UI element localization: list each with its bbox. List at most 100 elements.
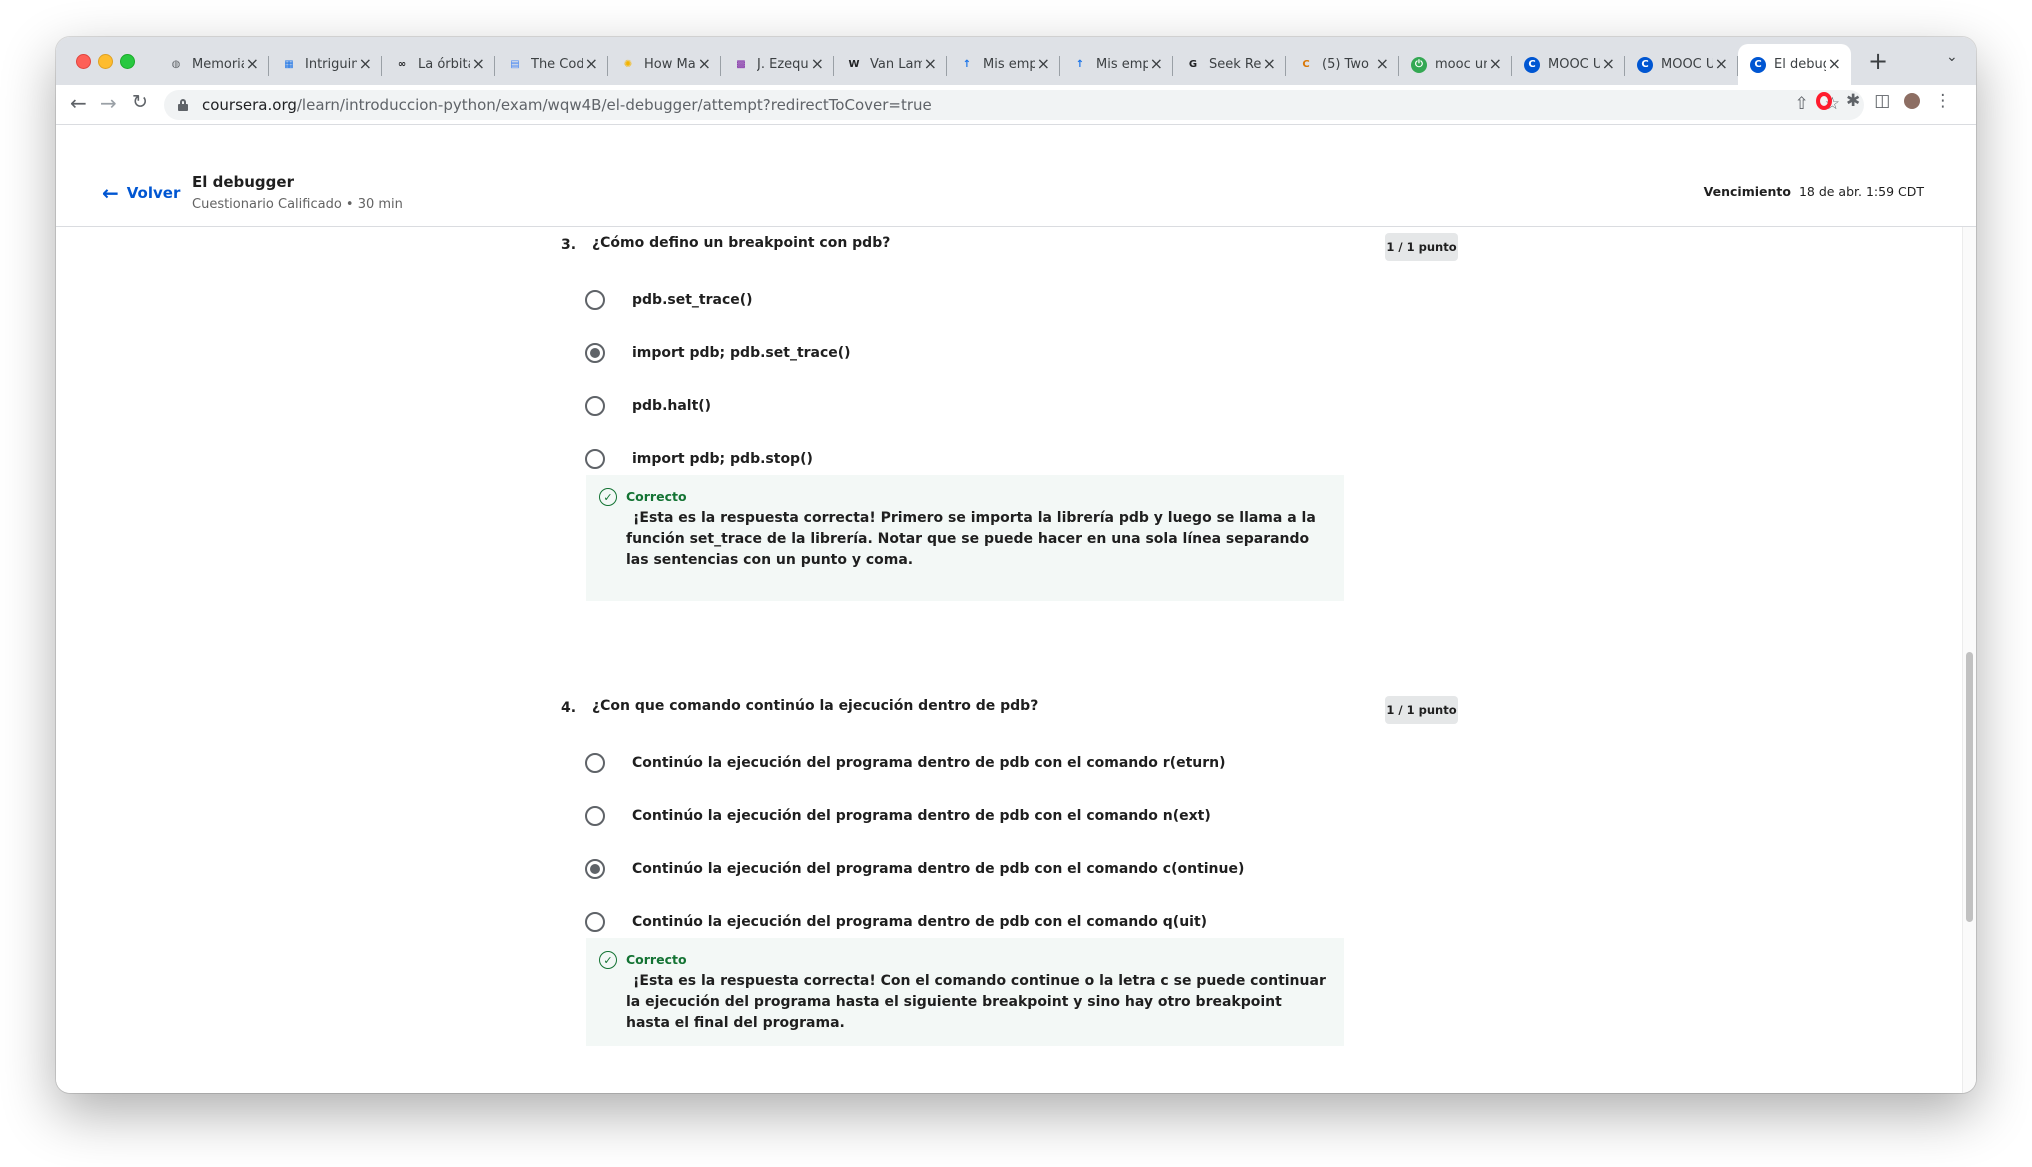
answer-option[interactable]: Continúo la ejecución del programa dentr…	[585, 857, 1244, 881]
radio-button[interactable]	[585, 396, 605, 416]
tab-title: Intriguin	[305, 57, 357, 72]
radio-button-selected[interactable]	[585, 859, 605, 879]
tab-close-icon[interactable]: ×	[811, 54, 824, 73]
tab-close-icon[interactable]: ×	[1037, 54, 1050, 73]
tab-close-icon[interactable]: ×	[1376, 54, 1389, 73]
answer-option[interactable]: pdb.set_trace()	[585, 288, 753, 312]
browser-tab[interactable]: W Van Lam ×	[834, 44, 947, 85]
due-date: Vencimiento 18 de abr. 1:59 CDT	[1704, 184, 1924, 199]
tab-strip: ◍ Memoria × ▦ Intriguin × ∞ La órbita × ▤ The Cod ×…	[56, 37, 1976, 85]
due-label: Vencimiento	[1703, 184, 1791, 199]
back-label: Volver	[126, 184, 181, 202]
tab-close-icon[interactable]: ×	[359, 54, 372, 73]
answer-option[interactable]: Continúo la ejecución del programa dentr…	[585, 910, 1207, 934]
browser-menu-icon[interactable]: ⋮	[1934, 91, 1951, 111]
browser-tab[interactable]: ↑ Mis emp ×	[947, 44, 1060, 85]
tab-title: J. Ezequ	[757, 57, 809, 72]
forward-arrow-icon[interactable]: →	[100, 91, 117, 115]
radio-button[interactable]	[585, 290, 605, 310]
question-text: ¿Cómo defino un breakpoint con pdb?	[592, 235, 891, 251]
browser-tab[interactable]: C (5) Two ×	[1286, 44, 1399, 85]
answer-option[interactable]: Continúo la ejecución del programa dentr…	[585, 804, 1211, 828]
radio-button[interactable]	[585, 806, 605, 826]
share-icon[interactable]: ⇧	[1795, 94, 1809, 114]
tab-close-icon[interactable]: ×	[1489, 54, 1502, 73]
answer-option[interactable]: import pdb; pdb.stop()	[585, 447, 813, 471]
tab-title: (5) Two	[1322, 57, 1369, 72]
tab-close-icon[interactable]: ×	[472, 54, 485, 73]
calendar-icon: ▦	[284, 59, 294, 70]
sun-icon: ✺	[623, 59, 633, 70]
answer-option[interactable]: Continúo la ejecución del programa dentr…	[585, 751, 1226, 775]
pin-icon: ↑	[1075, 59, 1085, 70]
browser-tab[interactable]: ▤ The Cod ×	[495, 44, 608, 85]
scrollbar-thumb[interactable]	[1966, 652, 1973, 922]
answer-option-label: import pdb; pdb.stop()	[632, 451, 813, 467]
answer-option-label: Continúo la ejecución del programa dentr…	[632, 914, 1208, 930]
tab-title: The Cod	[531, 57, 583, 72]
reload-icon[interactable]: ↻	[132, 91, 148, 113]
tab-close-icon[interactable]: ×	[1602, 54, 1615, 73]
tab-close-icon[interactable]: ×	[924, 54, 937, 73]
browser-tab[interactable]: ↑ Mis emp ×	[1060, 44, 1173, 85]
tab-close-icon[interactable]: ×	[698, 54, 711, 73]
answer-option-label: Continúo la ejecución del programa dentr…	[632, 808, 1211, 824]
tab-title: Seek Re	[1209, 57, 1261, 72]
browser-tab[interactable]: C MOOC U ×	[1512, 44, 1625, 85]
tab-list: ◍ Memoria × ▦ Intriguin × ∞ La órbita × ▤ The Cod ×…	[156, 44, 1851, 85]
minimize-window-button[interactable]	[98, 54, 113, 69]
question-text: ¿Con que comando continúo la ejecución d…	[592, 698, 1039, 714]
browser-tab[interactable]: C MOOC U ×	[1625, 44, 1738, 85]
page-subtitle: Cuestionario Calificado • 30 min	[192, 197, 403, 212]
tab-close-icon[interactable]: ×	[1150, 54, 1163, 73]
browser-window: ◍ Memoria × ▦ Intriguin × ∞ La órbita × ▤ The Cod ×…	[56, 37, 1976, 1093]
browser-tab[interactable]: ∞ La órbita ×	[382, 44, 495, 85]
answer-option[interactable]: pdb.halt()	[585, 394, 711, 418]
answer-option-label: Continúo la ejecución del programa dentr…	[632, 861, 1245, 877]
tab-title: Memoria	[192, 57, 244, 72]
maximize-window-button[interactable]	[120, 54, 135, 69]
tab-title: How Mar	[644, 57, 696, 72]
url-text[interactable]: coursera.org/learn/introduccion-python/e…	[202, 96, 932, 114]
opera-extension-icon[interactable]	[1816, 92, 1832, 110]
new-tab-button[interactable]: +	[1868, 47, 1888, 75]
feedback-title: Correcto	[626, 952, 687, 967]
browser-tab[interactable]: G Seek Re ×	[1173, 44, 1286, 85]
infinity-icon: ∞	[397, 59, 407, 70]
browser-tab[interactable]: ▩ J. Ezequ ×	[721, 44, 834, 85]
browser-tab[interactable]: C El debug ×	[1738, 44, 1851, 85]
image-icon: ▩	[736, 59, 746, 70]
radio-button[interactable]	[585, 449, 605, 469]
back-link[interactable]: ← Volver	[102, 181, 180, 205]
feedback-text: ¡Esta es la respuesta correcta! Con el c…	[626, 973, 1326, 1031]
c-icon: C	[1302, 59, 1310, 70]
question-number: 3.	[561, 237, 577, 253]
browser-tab[interactable]: ◍ Memoria ×	[156, 44, 269, 85]
tab-close-icon[interactable]: ×	[246, 54, 259, 73]
tab-close-icon[interactable]: ×	[1828, 54, 1841, 73]
tab-close-icon[interactable]: ×	[1715, 54, 1728, 73]
points-badge: 1 / 1 punto	[1385, 696, 1458, 724]
tab-title: MOOC U	[1661, 57, 1713, 72]
back-arrow-icon[interactable]: ←	[70, 91, 87, 115]
radio-button[interactable]	[585, 912, 605, 932]
browser-tab[interactable]: ✺ How Mar ×	[608, 44, 721, 85]
lock-icon[interactable]	[178, 99, 188, 111]
tab-title: Van Lam	[870, 57, 922, 72]
browser-tab[interactable]: ▦ Intriguin ×	[269, 44, 382, 85]
tab-close-icon[interactable]: ×	[1263, 54, 1276, 73]
address-bar[interactable]: coursera.org/learn/introduccion-python/e…	[164, 90, 1864, 120]
answer-option[interactable]: import pdb; pdb.set_trace()	[585, 341, 851, 365]
side-panel-icon[interactable]: ◫	[1874, 91, 1890, 111]
tab-close-icon[interactable]: ×	[585, 54, 598, 73]
puzzle-extensions-icon[interactable]: ✱	[1846, 91, 1860, 111]
browser-tab[interactable]: ⏻ mooc un ×	[1399, 44, 1512, 85]
radio-button-selected[interactable]	[585, 343, 605, 363]
globe-icon: ◍	[171, 59, 181, 70]
tab-search-chevron-icon[interactable]: ⌄	[1946, 49, 1958, 65]
feedback-box: ✓ Correcto ¡Esta es la respuesta correct…	[586, 938, 1344, 1046]
profile-avatar-icon[interactable]	[1904, 93, 1921, 109]
close-window-button[interactable]	[76, 54, 91, 69]
radio-button[interactable]	[585, 753, 605, 773]
feedback-text: ¡Esta es la respuesta correcta! Primero …	[626, 510, 1316, 568]
